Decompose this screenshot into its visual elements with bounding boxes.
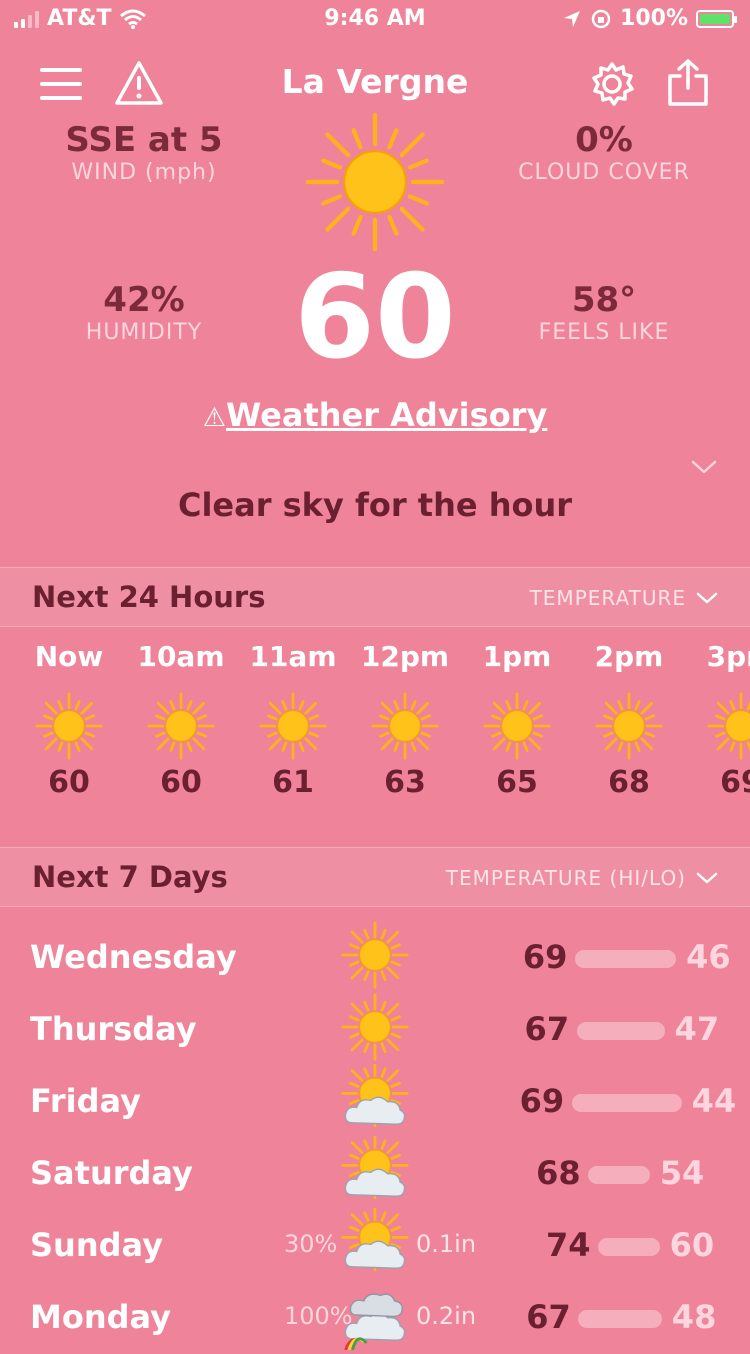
city-title: La Vergne: [281, 62, 469, 101]
day-row[interactable]: Sunday 30% 0.1in 74 60: [0, 1203, 750, 1280]
temperature-range-bar: [574, 950, 677, 968]
advisory-label[interactable]: Weather Advisory: [226, 396, 547, 434]
partly-cloudy-icon: [341, 1059, 409, 1127]
status-bar: AT&T 9:46 AM 100%: [0, 0, 750, 40]
temperature-range-bar: [588, 1166, 650, 1184]
day-row[interactable]: Friday 69 44: [0, 1059, 750, 1136]
temperature-range-bar: [571, 1094, 682, 1112]
hourly-title: Next 24 Hours: [32, 580, 266, 614]
sun-icon: [305, 112, 445, 252]
hour-item: 3pm 69: [686, 640, 750, 800]
daily-metric-selector[interactable]: TEMPERATURE (HI/LO): [446, 866, 718, 890]
hour-temperature: 69: [720, 765, 750, 800]
day-name: Friday: [30, 1082, 141, 1120]
high-temperature: 67: [526, 1298, 571, 1336]
precip-chance: 30%: [284, 1230, 338, 1258]
sun-icon: [147, 692, 215, 760]
wind-stat: SSE at 5 WIND (mph): [44, 120, 244, 185]
hour-time: 10am: [137, 640, 225, 673]
high-temperature: 74: [546, 1226, 591, 1264]
partly-cloudy-icon: [341, 1131, 409, 1199]
low-temperature: 46: [686, 938, 731, 976]
hour-temperature: 60: [48, 765, 90, 800]
sun-icon: [707, 692, 750, 760]
high-temperature: 67: [524, 1010, 570, 1048]
hour-item: 1pm 65: [462, 640, 572, 800]
day-name: Sunday: [30, 1226, 163, 1264]
weather-advisory-link[interactable]: ⚠Weather Advisory: [0, 396, 750, 434]
precip-amount: 0.1in: [416, 1230, 477, 1258]
battery-percent: 100%: [620, 6, 688, 31]
location-arrow-icon: [564, 10, 581, 27]
day-row[interactable]: Monday 100% 0.2in 67 48: [0, 1280, 750, 1352]
hour-temperature: 60: [160, 765, 202, 800]
hour-temperature: 61: [272, 765, 314, 800]
sun-icon: [341, 921, 409, 989]
hour-time: 3pm: [706, 640, 750, 673]
hour-temperature: 68: [608, 765, 650, 800]
rain-cloud-icon: [344, 1293, 406, 1351]
battery-icon: [696, 9, 737, 28]
partly-cloudy-icon: [341, 1203, 409, 1271]
hour-temperature: 65: [496, 765, 538, 800]
hour-time: 1pm: [482, 640, 552, 673]
day-row[interactable]: Thursday 67 47: [0, 992, 750, 1064]
hour-item: 10am 60: [126, 640, 236, 800]
current-temperature: 60: [294, 250, 456, 385]
daily-section-header: Next 7 Days TEMPERATURE (HI/LO): [0, 847, 750, 907]
hour-time: 12pm: [360, 640, 450, 673]
temperature-range-bar: [598, 1238, 660, 1256]
sun-icon: [595, 692, 663, 760]
orientation-lock-icon: [591, 9, 611, 28]
hourly-metric-label: TEMPERATURE: [529, 586, 686, 610]
hour-time: Now: [34, 640, 104, 673]
day-name: Thursday: [30, 1010, 197, 1048]
high-temperature: 69: [519, 1082, 565, 1120]
advisory-warning-icon: ⚠: [202, 403, 226, 433]
day-name: Monday: [30, 1298, 171, 1336]
low-temperature: 54: [659, 1154, 705, 1192]
share-icon[interactable]: [666, 58, 710, 108]
hour-time: 11am: [249, 640, 337, 673]
sun-icon: [483, 692, 551, 760]
gear-icon[interactable]: [588, 60, 636, 108]
hourly-metric-selector[interactable]: TEMPERATURE: [530, 586, 718, 610]
temperature-range-bar: [576, 1022, 665, 1040]
cloud-stat: 0% CLOUD COVER: [504, 120, 704, 185]
low-temperature: 47: [674, 1010, 720, 1048]
chevron-down-icon: [696, 872, 718, 884]
sun-icon: [371, 692, 439, 760]
hour-time: 2pm: [594, 640, 664, 673]
day-name: Saturday: [30, 1154, 193, 1192]
low-temperature: 44: [691, 1082, 737, 1120]
daily-title: Next 7 Days: [32, 860, 228, 894]
day-name: Wednesday: [30, 938, 237, 976]
low-temperature: 60: [669, 1226, 715, 1264]
cloud-label: CLOUD COVER: [518, 160, 690, 185]
hour-summary: Clear sky for the hour: [177, 486, 573, 524]
low-temperature: 48: [671, 1298, 717, 1336]
high-temperature: 69: [522, 938, 568, 976]
cloud-value: 0%: [575, 120, 633, 160]
wind-label: WIND (mph): [71, 160, 217, 185]
sun-icon: [35, 692, 103, 760]
hour-item: 11am 61: [238, 640, 348, 800]
daily-metric-label: TEMPERATURE (HI/LO): [445, 866, 686, 890]
sun-icon: [259, 692, 327, 760]
wind-value: SSE at 5: [65, 120, 223, 160]
hour-temperature: 63: [384, 765, 426, 800]
hourly-forecast[interactable]: Now 60 10am 60 11am 61 12pm 63 1pm 65 2pm 68 3pm 69: [0, 640, 750, 830]
high-temperature: 68: [536, 1154, 581, 1192]
hour-item: 2pm 68: [574, 640, 684, 800]
day-row[interactable]: Saturday 68 54: [0, 1131, 750, 1208]
sun-icon: [341, 993, 409, 1061]
hourly-section-header: Next 24 Hours TEMPERATURE: [0, 567, 750, 627]
precip-amount: 0.2in: [416, 1302, 477, 1330]
hour-item: Now 60: [14, 640, 124, 800]
chevron-down-icon[interactable]: [690, 458, 718, 476]
chevron-down-icon: [696, 592, 718, 604]
temperature-range-bar: [578, 1310, 662, 1328]
hour-item: 12pm 63: [350, 640, 460, 800]
day-row[interactable]: Wednesday 69 46: [0, 920, 750, 992]
